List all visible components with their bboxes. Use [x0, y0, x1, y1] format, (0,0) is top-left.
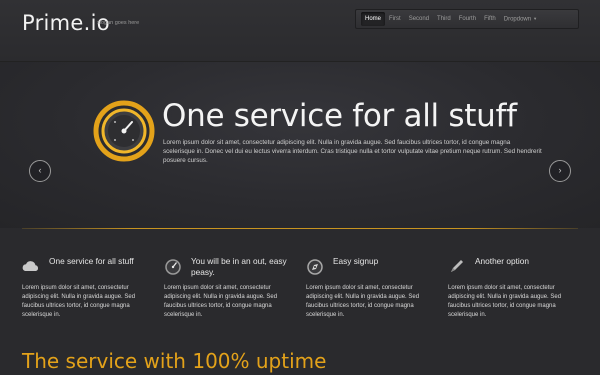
nav-item-second[interactable]: Second: [405, 12, 433, 26]
hero-text: Lorem ipsum dolor sit amet, consectetur …: [163, 139, 542, 165]
nav-item-fifth[interactable]: Fifth: [480, 12, 500, 26]
feature-text: Lorem ipsum dolor sit amet, consectetur …: [22, 285, 136, 318]
feature-title: One service for all stuff: [49, 256, 134, 266]
nav-item-dropdown[interactable]: Dropdown ▼: [500, 12, 541, 26]
feature-text: Lorem ipsum dolor sit amet, consectetur …: [448, 285, 562, 318]
chevron-right-icon[interactable]: ›: [549, 160, 571, 182]
header: Prime.io slogan goes here Home First Sec…: [0, 0, 600, 62]
cloud-icon: [22, 261, 39, 271]
feature-title: You will be in an out, easy peasy.: [191, 256, 287, 277]
feature-text: Lorem ipsum dolor sit amet, consectetur …: [164, 285, 278, 318]
slogan: slogan goes here: [97, 20, 140, 26]
nav-item-first[interactable]: First: [385, 12, 405, 26]
pen-icon: [451, 260, 463, 272]
section-divider: [22, 228, 578, 229]
gauge-badge-icon: [93, 100, 155, 162]
chevron-down-icon: ▼: [533, 16, 538, 21]
nav-dropdown-label: Dropdown: [503, 16, 532, 23]
nav-item-fourth[interactable]: Fourth: [455, 12, 480, 26]
feature-text: Lorem ipsum dolor sit amet, consectetur …: [306, 285, 420, 318]
main-nav: Home First Second Third Fourth Fifth Dro…: [355, 9, 579, 29]
nav-item-home[interactable]: Home: [361, 12, 386, 26]
hero-title: One service for all stuff: [162, 98, 517, 134]
nav-item-third[interactable]: Third: [433, 12, 455, 26]
compass-icon: [307, 259, 323, 275]
section-title: The service with 100% uptime: [22, 349, 327, 373]
gauge-icon: [165, 259, 181, 275]
feature-title: Another option: [475, 256, 529, 266]
feature-title: Easy signup: [333, 256, 379, 266]
chevron-left-icon[interactable]: ‹: [29, 160, 51, 182]
